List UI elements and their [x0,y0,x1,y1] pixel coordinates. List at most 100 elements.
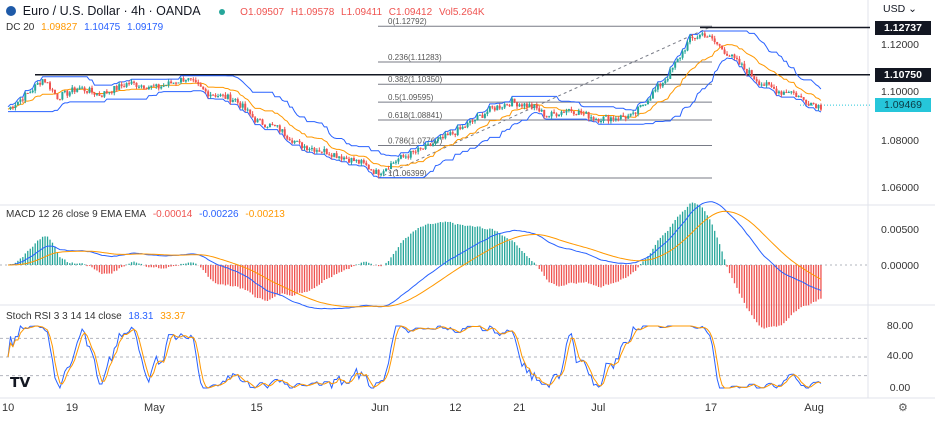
candle [194,80,197,83]
candle [41,79,44,85]
candle [496,105,499,111]
dc-label: DC 20 [6,22,35,33]
stoch-tick: 80.00 [886,320,914,332]
candle [469,120,472,123]
candle [167,81,170,86]
candle [254,117,257,123]
time-tick: 17 [704,402,718,414]
ohlc-low: L1.09411 [341,7,383,18]
candle [120,84,123,87]
candle [726,53,729,56]
candle [303,146,306,149]
candle [488,106,491,112]
candle [95,93,98,95]
candle [570,109,573,112]
candle [810,102,813,106]
candle [476,115,479,121]
candle [698,34,701,38]
candle [758,81,761,85]
candle [19,99,22,102]
price-tick: 1.12000 [881,39,919,51]
candle [815,104,818,109]
chart-canvas[interactable]: 0(1.12792) 0.236(1.11283) 0.382(1.10350) 0.… [0,0,935,440]
candle [305,146,308,150]
macd-label: MACD 12 26 close 9 EMA EMA [6,209,147,220]
candle [239,102,242,108]
candle [560,111,563,115]
candle [335,153,338,158]
candle [83,87,86,92]
candle [133,81,136,83]
candle [286,135,289,139]
candle [145,88,148,90]
candle [671,67,674,70]
candle [800,96,803,98]
candle [819,104,822,110]
candle [567,109,570,111]
time-tick: 15 [250,402,263,414]
candle [325,148,328,155]
candle [414,151,417,153]
resistance-tag: 1.10750 [875,68,931,82]
candle [147,86,150,90]
time-tick: Jun [371,402,389,414]
candle [696,37,699,39]
candle [352,158,355,162]
candle [449,132,452,135]
candle [66,90,69,96]
candle [365,162,368,165]
candle [679,57,682,59]
candle [548,116,551,118]
candle [100,95,103,97]
candle [530,104,533,108]
candle [446,133,449,135]
candle [693,38,696,40]
dc-upper: 1.10475 [84,22,121,33]
stoch-label: Stoch RSI 3 3 14 14 close [6,311,122,322]
macd-legend[interactable]: MACD 12 26 close 9 EMA EMA -0.00014 -0.0… [6,209,289,220]
candle [642,104,645,106]
candle [162,85,165,87]
stoch-legend[interactable]: Stoch RSI 3 3 14 14 close 18.31 33.37 [6,311,189,322]
symbol-title[interactable]: Euro / U.S. Dollar · 4h · OANDA [23,4,201,18]
candle [226,94,229,99]
candle [234,99,237,101]
candle [175,82,178,84]
candle [646,100,649,105]
candle [192,79,195,81]
candle [550,112,553,117]
candle [738,58,741,65]
candle [76,89,79,92]
candle [73,87,76,92]
time-tick: 21 [513,402,526,414]
candle [46,82,49,84]
candle [394,161,397,163]
candle [595,119,598,121]
last-price-tag: 1.09469 [875,98,931,112]
ohlc-close: C1.09412 [388,7,433,18]
candle [14,105,17,109]
candle [350,158,353,163]
candle [399,155,402,159]
candle [256,119,259,123]
candle [212,94,215,96]
candle [711,35,714,39]
candle [773,87,776,89]
candle [283,129,286,136]
candle [217,96,220,98]
candle [483,114,486,118]
candle [113,86,116,94]
candle [370,169,373,171]
ohlc-open: O1.09507 [240,7,285,18]
candle [29,92,32,94]
candle [315,150,318,152]
currency-select[interactable]: USD ⌄ [869,3,931,15]
candle [184,80,187,82]
candle [795,92,798,97]
time-tick: Aug [804,402,824,414]
macd-value: -0.00226 [199,209,239,220]
candle [713,38,716,43]
candle [540,109,543,112]
dc-legend[interactable]: DC 20 1.09827 1.10475 1.09179 [6,22,167,33]
settings-gear-icon[interactable]: ⚙ [898,401,908,414]
